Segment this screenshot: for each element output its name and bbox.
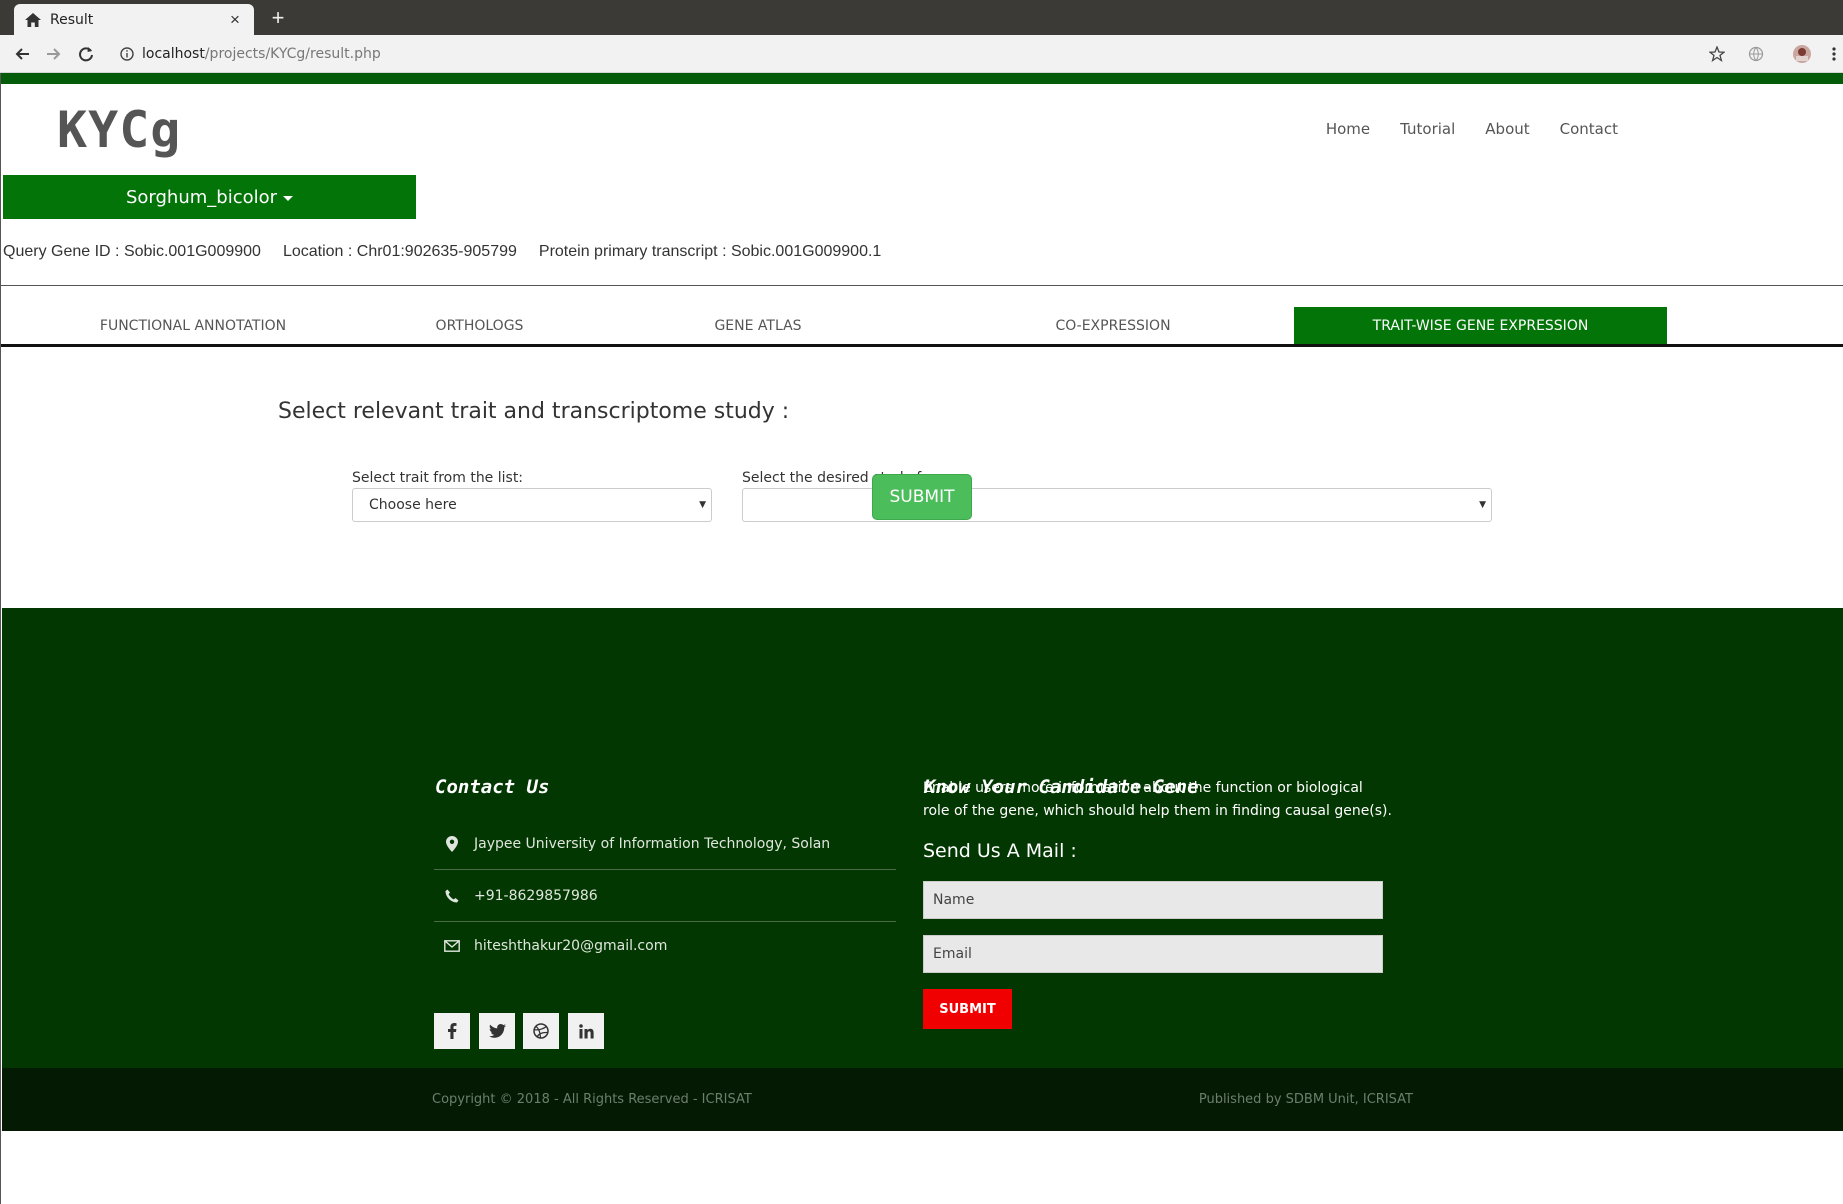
name-field[interactable]: Name xyxy=(923,881,1383,919)
back-button[interactable] xyxy=(11,43,33,65)
trait-label: Select trait from the list: xyxy=(352,470,524,486)
browser-tab[interactable]: Result × xyxy=(14,4,254,35)
url-host: localhost xyxy=(142,46,205,62)
tab-gene-atlas[interactable]: GENE ATLAS xyxy=(586,307,930,344)
home-icon xyxy=(24,11,42,29)
menu-dots-icon[interactable] xyxy=(1823,43,1843,65)
email-field[interactable]: Email xyxy=(923,935,1383,973)
forward-button[interactable] xyxy=(43,43,65,65)
reload-icon xyxy=(79,47,93,62)
divider xyxy=(1,285,1843,286)
contact-heading: Contact Us xyxy=(435,776,550,798)
species-label: Sorghum_bicolor xyxy=(125,186,278,208)
gene-info: Query Gene ID : Sobic.001G009900 Locatio… xyxy=(3,243,881,261)
caret-down-icon xyxy=(283,196,294,201)
submit-button[interactable]: SUBMIT xyxy=(872,474,972,520)
new-tab-button[interactable]: + xyxy=(268,5,288,31)
query-gene-id: Query Gene ID : Sobic.001G009900 xyxy=(3,243,261,260)
profile-avatar-icon[interactable] xyxy=(1791,43,1813,65)
bookmark-star-icon[interactable] xyxy=(1706,43,1728,65)
gene-location: Location : Chr01:902635-905799 xyxy=(282,243,517,260)
nav-contact[interactable]: Contact xyxy=(1560,120,1618,138)
study-select[interactable]: ▼ xyxy=(742,488,1492,522)
browser-toolbar: localhost/projects/KYCg/result.php xyxy=(0,35,1843,73)
select-arrow-icon: ▼ xyxy=(1479,500,1486,510)
map-pin-icon xyxy=(434,835,470,852)
published-by-text: Published by SDBM Unit, ICRISAT xyxy=(1198,1092,1413,1107)
browser-tabstrip: Result × + xyxy=(0,0,1843,35)
nav-home[interactable]: Home xyxy=(1326,120,1370,138)
footer: Contact Us Jaypee University of Informat… xyxy=(2,608,1843,1068)
back-arrow-icon xyxy=(15,48,29,60)
result-tabs: FUNCTIONAL ANNOTATION ORTHOLOGS GENE ATL… xyxy=(1,307,1843,347)
twitter-icon[interactable] xyxy=(479,1013,515,1049)
contact-address: Jaypee University of Information Technol… xyxy=(434,818,896,870)
top-accent-bar xyxy=(1,73,1843,84)
reload-button[interactable] xyxy=(75,43,97,65)
url-path: /projects/KYCg/result.php xyxy=(204,46,381,62)
footer-bottom-bar xyxy=(2,1068,1843,1131)
facebook-icon[interactable] xyxy=(434,1013,470,1049)
contact-email: hiteshthakur20@gmail.com xyxy=(434,920,896,972)
forward-arrow-icon xyxy=(47,48,61,60)
site-info-icon[interactable] xyxy=(116,43,138,65)
tab-orthologs[interactable]: ORTHOLOGS xyxy=(200,307,574,344)
envelope-icon xyxy=(434,940,470,952)
species-dropdown[interactable]: Sorghum_bicolor xyxy=(3,175,416,219)
primary-transcript: Protein primary transcript : Sobic.001G0… xyxy=(538,243,882,260)
main-nav: Home Tutorial About Contact xyxy=(1326,120,1618,138)
mail-submit-button[interactable]: SUBMIT xyxy=(923,989,1012,1029)
nav-tutorial[interactable]: Tutorial xyxy=(1400,120,1455,138)
browser-tab-title: Result xyxy=(50,11,94,28)
section-title: Select relevant trait and transcriptome … xyxy=(278,399,790,424)
contact-phone-text: +91-8629857986 xyxy=(474,887,598,904)
tab-co-expression[interactable]: CO-EXPRESSION xyxy=(938,307,1288,344)
trait-select-value: Choose here xyxy=(369,497,457,513)
site-logo[interactable]: KYCg xyxy=(57,101,181,159)
contact-email-text[interactable]: hiteshthakur20@gmail.com xyxy=(474,938,667,954)
mail-heading: Send Us A Mail : xyxy=(923,840,1077,862)
contact-address-text: Jaypee University of Information Technol… xyxy=(474,835,831,852)
address-bar[interactable]: localhost/projects/KYCg/result.php xyxy=(142,43,381,65)
linkedin-icon[interactable] xyxy=(568,1013,604,1049)
nav-about[interactable]: About xyxy=(1485,120,1529,138)
about-text: Enable users more information about the … xyxy=(923,780,1392,819)
copyright-text: Copyright © 2018 - All Rights Reserved -… xyxy=(432,1092,752,1107)
translate-icon[interactable] xyxy=(1745,43,1767,65)
tab-close-icon[interactable]: × xyxy=(226,10,244,30)
tab-trait-wise-gene-expression[interactable]: TRAIT-WISE GENE EXPRESSION xyxy=(1294,307,1667,344)
contact-phone: +91-8629857986 xyxy=(434,870,896,922)
dribbble-icon[interactable] xyxy=(523,1013,559,1049)
select-arrow-icon: ▼ xyxy=(699,500,706,510)
trait-select[interactable]: Choose here ▼ xyxy=(352,488,712,522)
phone-icon xyxy=(434,889,470,903)
